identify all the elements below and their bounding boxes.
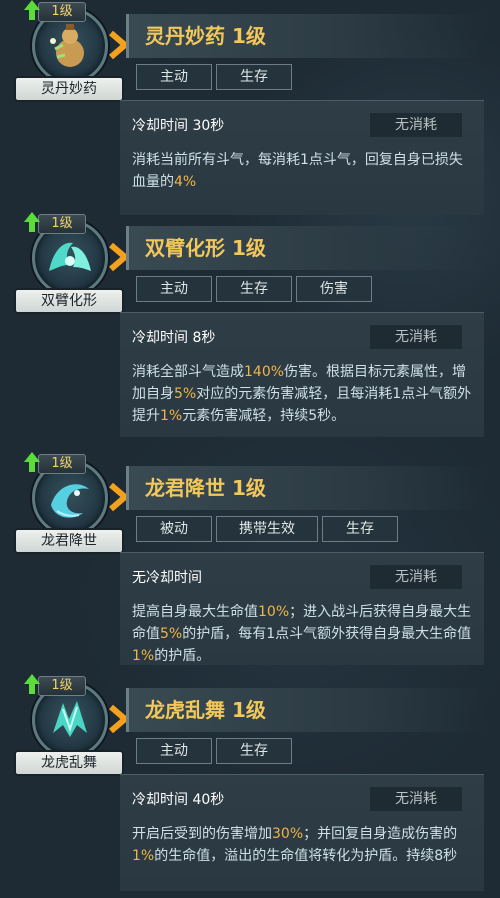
tag-passive: 被动 [136, 516, 212, 542]
cost-badge: 无消耗 [370, 565, 462, 589]
skill-title-bar: 灵丹妙药 1级 [126, 14, 485, 58]
cost-badge: 无消耗 [370, 787, 462, 811]
tag-survival: 生存 [216, 276, 292, 302]
cooldown-text: 无冷却时间 [132, 570, 202, 586]
level-up-arrow-icon [24, 452, 40, 462]
skill-detail-panel: 冷却时间 8秒 无消耗 消耗全部斗气造成140%伤害。根据目标元素属性，增加自身… [120, 312, 484, 437]
skill-icon-frame[interactable]: 1级 龙虎乱舞 [14, 674, 130, 776]
skill-card-dragon-tiger[interactable]: 1级 龙虎乱舞 龙虎乱舞 1级 主动 生存 冷却时间 40秒 无消耗 开启后受到… [0, 674, 500, 898]
skill-icon-frame[interactable]: 1级 龙君降世 [14, 452, 130, 554]
skill-title-bar: 双臂化形 1级 [126, 226, 485, 270]
skill-card-twin-arms[interactable]: 1级 双臂化形 双臂化形 1级 主动 生存 伤害 冷却时间 8秒 无消耗 消耗全… [0, 212, 500, 437]
tag-carry-effect: 携带生效 [216, 516, 318, 542]
skill-title: 龙虎乱舞 1级 [145, 698, 266, 722]
skill-description: 提高自身最大生命值10%；进入战斗后获得自身最大生命值5%的护盾，每有1点斗气额… [132, 604, 472, 664]
skill-description: 消耗全部斗气造成140%伤害。根据目标元素属性，增加自身5%对应的元素伤害减轻，… [132, 364, 472, 424]
skill-detail-panel: 冷却时间 40秒 无消耗 开启后受到的伤害增加30%；并回复自身造成伤害的1%的… [120, 774, 484, 891]
tag-active: 主动 [136, 738, 212, 764]
skill-icon-name: 双臂化形 [14, 288, 124, 314]
level-badge: 1级 [38, 676, 86, 696]
skill-title: 双臂化形 1级 [145, 236, 266, 260]
level-up-arrow-icon [24, 0, 40, 10]
skill-icon-name: 龙君降世 [14, 528, 124, 554]
skill-title: 灵丹妙药 1级 [145, 24, 266, 48]
skill-icon-frame[interactable]: 1级 双臂化形 [14, 212, 130, 314]
cost-badge: 无消耗 [370, 325, 462, 349]
skill-title-bar: 龙君降世 1级 [126, 466, 485, 510]
tag-active: 主动 [136, 276, 212, 302]
level-badge: 1级 [38, 214, 86, 234]
cooldown-text: 冷却时间 30秒 [132, 118, 225, 134]
skill-description: 开启后受到的伤害增加30%；并回复自身造成伤害的1%的生命值，溢出的生命值将转化… [132, 826, 458, 864]
level-badge: 1级 [38, 2, 86, 22]
skill-icon-name: 灵丹妙药 [14, 76, 124, 102]
tag-survival: 生存 [216, 738, 292, 764]
skill-icon-frame[interactable]: 1级 灵丹妙药 [14, 0, 130, 102]
skill-card-dragon-descend[interactable]: 1级 龙君降世 龙君降世 1级 被动 携带生效 生存 无冷却时间 无消耗 提高自… [0, 452, 500, 676]
level-up-arrow-icon [24, 212, 40, 222]
level-up-arrow-stem [29, 462, 35, 472]
level-up-arrow-stem [29, 10, 35, 20]
skill-description: 消耗当前所有斗气，每消耗1点斗气，回复自身已损失血量的4% [132, 152, 463, 190]
skill-title: 龙君降世 1级 [145, 476, 266, 500]
cooldown-text: 冷却时间 8秒 [132, 330, 216, 346]
tag-active: 主动 [136, 64, 212, 90]
skill-card-elixir[interactable]: 1级 灵丹妙药 灵丹妙药 1级 主动 生存 冷却时间 30秒 无消耗 消耗当前所… [0, 0, 500, 224]
skill-title-bar: 龙虎乱舞 1级 [126, 688, 485, 732]
tag-survival: 生存 [322, 516, 398, 542]
level-up-arrow-stem [29, 222, 35, 232]
level-up-arrow-icon [24, 674, 40, 684]
skill-detail-panel: 无冷却时间 无消耗 提高自身最大生命值10%；进入战斗后获得自身最大生命值5%的… [120, 552, 484, 665]
cost-badge: 无消耗 [370, 113, 462, 137]
tag-damage: 伤害 [296, 276, 372, 302]
tag-survival: 生存 [216, 64, 292, 90]
level-badge: 1级 [38, 454, 86, 474]
skill-icon-name: 龙虎乱舞 [14, 750, 124, 776]
level-up-arrow-stem [29, 684, 35, 694]
skill-detail-panel: 冷却时间 30秒 无消耗 消耗当前所有斗气，每消耗1点斗气，回复自身已损失血量的… [120, 100, 484, 215]
cooldown-text: 冷却时间 40秒 [132, 792, 225, 808]
